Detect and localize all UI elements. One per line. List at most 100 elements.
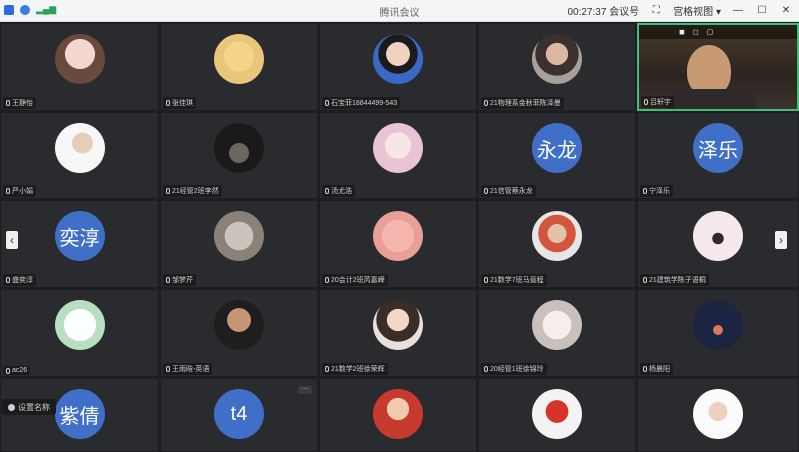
participant-name: 杨晨阳 bbox=[649, 366, 670, 373]
microphone-icon bbox=[644, 99, 648, 105]
speaker-tool-icon[interactable]: ▢ bbox=[707, 28, 714, 36]
participant-tile[interactable]: 21数学2班徐荣辉 bbox=[319, 289, 477, 377]
participant-name-label: 王静怡 bbox=[3, 97, 36, 109]
avatar bbox=[693, 389, 743, 439]
participant-name: 严小娟 bbox=[12, 188, 33, 195]
participant-tile[interactable]: 紫倩 bbox=[0, 378, 159, 452]
avatar bbox=[373, 389, 423, 439]
participant-tile[interactable]: 邹梦芹 bbox=[160, 200, 318, 288]
microphone-icon bbox=[484, 100, 488, 106]
rename-chip[interactable]: 设置名称 bbox=[2, 399, 56, 415]
avatar-initials: 泽乐 bbox=[693, 123, 743, 173]
participant-name-label: 21经管2班李然 bbox=[163, 185, 222, 197]
participant-tile[interactable]: 21经管2班李然 bbox=[160, 112, 318, 199]
avatar bbox=[54, 300, 105, 350]
participant-name-label: 邹梦芹 bbox=[163, 274, 196, 286]
more-options-button[interactable]: ··· bbox=[298, 385, 312, 394]
participant-tile[interactable]: 严小娟 bbox=[0, 112, 159, 199]
participant-tile[interactable]: 杨晨阳 bbox=[637, 289, 799, 377]
participant-tile[interactable] bbox=[478, 378, 636, 452]
participant-tile[interactable]: t4 bbox=[160, 378, 318, 452]
participant-name: ac26 bbox=[12, 367, 28, 374]
participant-name-label: 21信管蔡永龙 bbox=[481, 185, 536, 197]
participant-tile[interactable]: 21物理系金秋菲陈泽曼 bbox=[478, 23, 636, 111]
avatar bbox=[532, 211, 582, 261]
avatar bbox=[214, 300, 264, 350]
microphone-icon bbox=[325, 100, 329, 106]
participant-name-label: 汤尤浩 bbox=[322, 185, 355, 197]
participant-name: 宁泽乐 bbox=[649, 188, 670, 195]
participant-name: 21信管蔡永龙 bbox=[490, 188, 533, 195]
next-page-button[interactable]: › bbox=[775, 231, 787, 249]
microphone-icon bbox=[325, 277, 329, 283]
user-icon bbox=[8, 403, 15, 411]
participant-tile[interactable]: 汤尤浩 bbox=[319, 112, 477, 199]
participant-name-label: 盛奕淳 bbox=[3, 274, 36, 286]
microphone-icon bbox=[166, 277, 170, 283]
participant-name-label: 石宝菲18844499-543 bbox=[322, 97, 401, 109]
participant-name-label: 21建筑学陈子语桐 bbox=[640, 274, 709, 286]
avatar-initials: t4 bbox=[214, 389, 264, 439]
view-mode-button[interactable]: 宫格视图 ▾ bbox=[673, 3, 721, 18]
participant-name-label: 20会计2班芮嘉嵘 bbox=[322, 274, 388, 286]
fullscreen-icon[interactable]: ⛶ bbox=[649, 4, 663, 18]
participant-name-label: 吕轩宇 bbox=[641, 96, 674, 108]
participant-name-label: 王雨晗-英语 bbox=[163, 363, 213, 375]
meeting-status[interactable]: 00:27:37 会议号 bbox=[567, 3, 639, 18]
speaker-tool-icon[interactable]: ◼ bbox=[679, 28, 685, 36]
microphone-icon bbox=[166, 100, 170, 106]
minimize-icon[interactable]: — bbox=[731, 4, 745, 18]
participant-name: 汤尤浩 bbox=[331, 188, 352, 195]
microphone-icon bbox=[6, 277, 10, 283]
video-grid: 王静怡 张佳琪 石宝菲18844499-543 21物理系金秋菲陈泽曼 ◼ ◻ ▢ 吕轩宇严小… bbox=[0, 23, 799, 452]
prev-page-button[interactable]: ‹ bbox=[6, 231, 18, 249]
avatar bbox=[373, 211, 423, 261]
speaker-toolbar[interactable]: ◼ ◻ ▢ bbox=[639, 25, 797, 39]
close-icon[interactable]: ✕ bbox=[779, 4, 793, 18]
avatar bbox=[214, 34, 264, 84]
microphone-icon bbox=[643, 277, 647, 283]
participant-tile[interactable] bbox=[637, 378, 799, 452]
participant-name: 邹梦芹 bbox=[172, 277, 193, 284]
participant-name-label: 宁泽乐 bbox=[640, 185, 673, 197]
participant-name-label: 21数学2班徐荣辉 bbox=[322, 363, 388, 375]
microphone-icon bbox=[166, 366, 170, 372]
microphone-icon bbox=[325, 366, 329, 372]
participant-name: 王雨晗-英语 bbox=[172, 366, 210, 373]
avatar bbox=[693, 300, 743, 350]
speaker-tool-icon[interactable]: ◻ bbox=[693, 28, 699, 36]
avatar bbox=[214, 211, 264, 261]
participant-tile[interactable]: 王静怡 bbox=[0, 23, 159, 111]
participant-tile[interactable]: 永龙 21信管蔡永龙 bbox=[478, 112, 636, 199]
participant-name-label: 张佳琪 bbox=[163, 97, 196, 109]
participant-tile[interactable]: 20会计2班芮嘉嵘 bbox=[319, 200, 477, 288]
title-bar: ▂▄▆ 腾讯会议 00:27:37 会议号 ⛶ 宫格视图 ▾ — ☐ ✕ bbox=[0, 0, 799, 22]
avatar-initials: 奕淳 bbox=[54, 211, 105, 261]
participant-name: 21经管2班李然 bbox=[172, 188, 219, 195]
participant-tile[interactable]: 王雨晗-英语 bbox=[160, 289, 318, 377]
microphone-icon bbox=[643, 188, 647, 194]
participant-name: 20会计2班芮嘉嵘 bbox=[331, 277, 385, 284]
microphone-icon bbox=[6, 100, 10, 106]
avatar bbox=[373, 34, 423, 84]
participant-tile[interactable]: 奕淳盛奕淳 bbox=[0, 200, 159, 288]
participant-tile[interactable]: 石宝菲18844499-543 bbox=[319, 23, 477, 111]
participant-name-label: 21物理系金秋菲陈泽曼 bbox=[481, 97, 564, 109]
participant-tile[interactable]: 20经管1班徐锦玲 bbox=[478, 289, 636, 377]
microphone-icon bbox=[325, 188, 329, 194]
participant-tile[interactable]: ac26 bbox=[0, 289, 159, 377]
microphone-icon bbox=[484, 277, 488, 283]
participant-name: 盛奕淳 bbox=[12, 277, 33, 284]
avatar-initials: 紫倩 bbox=[54, 389, 105, 439]
participant-tile[interactable]: 张佳琪 bbox=[160, 23, 318, 111]
maximize-icon[interactable]: ☐ bbox=[755, 4, 769, 18]
microphone-icon bbox=[484, 188, 488, 194]
avatar bbox=[373, 123, 423, 173]
participant-tile[interactable]: 泽乐宁泽乐 bbox=[637, 112, 799, 199]
participant-name: 21数学2班徐荣辉 bbox=[331, 366, 385, 373]
participant-tile[interactable]: 21数学7班马竟程 bbox=[478, 200, 636, 288]
avatar-initials: 永龙 bbox=[532, 123, 582, 173]
active-speaker-tile[interactable]: ◼ ◻ ▢ 吕轩宇 bbox=[637, 23, 799, 111]
title-bar-right: 00:27:37 会议号 ⛶ 宫格视图 ▾ — ☐ ✕ bbox=[567, 3, 793, 18]
participant-tile[interactable] bbox=[319, 378, 477, 452]
